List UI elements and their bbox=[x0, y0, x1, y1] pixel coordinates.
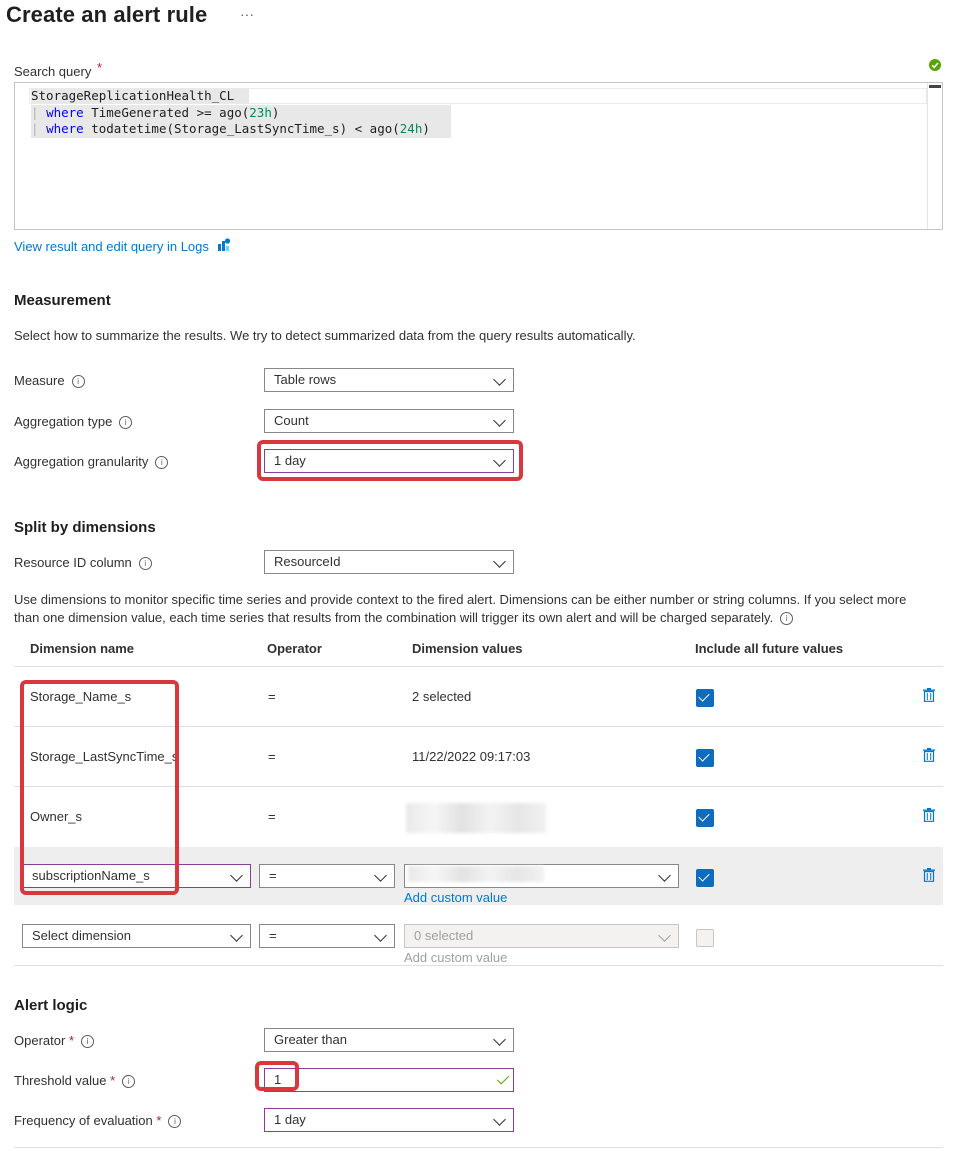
info-icon[interactable]: i bbox=[780, 612, 794, 625]
highlight-box-granularity bbox=[257, 440, 523, 481]
include-future-checkbox[interactable] bbox=[696, 689, 714, 707]
more-options-button[interactable]: ··· bbox=[240, 6, 254, 22]
query-editor[interactable]: StorageReplicationHealth_CL | where TimeG… bbox=[14, 82, 943, 230]
delete-icon[interactable] bbox=[923, 868, 935, 882]
col-header-dimension-name: Dimension name bbox=[30, 641, 135, 656]
highlight-box-threshold bbox=[255, 1061, 299, 1091]
include-future-checkbox[interactable] bbox=[696, 749, 714, 767]
highlight-box-dimensions bbox=[20, 680, 179, 895]
code-line-3: | where todatetime(Storage_LastSyncTime_… bbox=[31, 121, 430, 136]
split-description: Use dimensions to monitor specific time … bbox=[14, 592, 907, 625]
frequency-dropdown[interactable]: 1 day bbox=[264, 1108, 514, 1132]
redacted-values bbox=[406, 803, 546, 833]
divider bbox=[14, 666, 943, 667]
col-header-include-future: Include all future values bbox=[695, 641, 844, 656]
divider bbox=[14, 965, 943, 966]
measurement-description: Select how to summarize the results. We … bbox=[14, 328, 636, 343]
info-icon[interactable]: i bbox=[155, 456, 169, 469]
chevron-down-icon bbox=[230, 869, 243, 882]
aggregation-type-label: Aggregation type i bbox=[14, 414, 133, 429]
redacted-values bbox=[408, 866, 544, 882]
operator-dropdown[interactable]: = bbox=[259, 864, 395, 888]
info-icon[interactable]: i bbox=[81, 1035, 94, 1048]
resource-id-dropdown[interactable]: ResourceId bbox=[264, 550, 514, 574]
dimension-operator: = bbox=[268, 809, 276, 824]
include-future-checkbox[interactable] bbox=[696, 869, 714, 887]
delete-icon[interactable] bbox=[923, 808, 935, 822]
divider bbox=[14, 1147, 943, 1148]
measure-dropdown[interactable]: Table rows bbox=[264, 368, 514, 392]
search-query-label: Search query * bbox=[14, 60, 102, 79]
editor-scroll-thumb[interactable] bbox=[929, 85, 941, 88]
valid-check-icon bbox=[496, 1072, 510, 1085]
info-icon[interactable]: i bbox=[138, 557, 152, 570]
query-code: StorageReplicationHealth_CL | where TimeG… bbox=[31, 88, 430, 138]
code-line-2: | where TimeGenerated >= ago(23h) bbox=[31, 104, 280, 120]
add-custom-value-link[interactable]: Add custom value bbox=[404, 890, 507, 905]
chevron-down-icon bbox=[230, 929, 243, 942]
aggregation-type-dropdown[interactable]: Count bbox=[264, 409, 514, 433]
operator-dropdown[interactable]: Greater than bbox=[264, 1028, 514, 1052]
chevron-down-icon bbox=[374, 869, 387, 882]
search-query-label-text: Search query bbox=[14, 64, 92, 79]
resource-id-label: Resource ID column i bbox=[14, 555, 152, 570]
dimension-values-dropdown: 0 selected bbox=[404, 924, 679, 948]
page-title: Create an alert rule bbox=[6, 2, 208, 27]
info-icon[interactable]: i bbox=[71, 375, 85, 388]
chevron-down-icon bbox=[493, 414, 506, 427]
measure-label: Measure i bbox=[14, 373, 85, 388]
delete-icon[interactable] bbox=[923, 688, 935, 702]
split-heading: Split by dimensions bbox=[14, 519, 156, 536]
info-icon[interactable]: i bbox=[168, 1115, 182, 1128]
alert-logic-heading: Alert logic bbox=[14, 997, 88, 1014]
view-in-logs-link[interactable]: View result and edit query in Logs bbox=[14, 238, 231, 254]
info-icon[interactable]: i bbox=[122, 1075, 136, 1088]
info-icon[interactable]: i bbox=[119, 416, 133, 429]
chevron-down-icon bbox=[493, 1113, 506, 1126]
chevron-down-icon bbox=[374, 929, 387, 942]
threshold-label: Threshold value * i bbox=[14, 1073, 136, 1088]
aggregation-granularity-label: Aggregation granularity i bbox=[14, 454, 169, 469]
chevron-down-icon bbox=[658, 869, 671, 882]
col-header-dimension-values: Dimension values bbox=[412, 641, 523, 656]
operator-label: Operator * i bbox=[14, 1033, 94, 1048]
dimension-operator: = bbox=[268, 749, 276, 764]
code-line-1: StorageReplicationHealth_CL bbox=[31, 88, 235, 103]
select-dimension-dropdown[interactable]: Select dimension bbox=[22, 924, 251, 948]
dimension-values[interactable]: 11/22/2022 09:17:03 bbox=[412, 749, 530, 764]
dimension-values[interactable]: 2 selected bbox=[412, 689, 471, 704]
include-future-checkbox[interactable] bbox=[696, 809, 714, 827]
frequency-label: Frequency of evaluation * i bbox=[14, 1113, 182, 1128]
include-future-checkbox[interactable] bbox=[696, 929, 714, 947]
delete-icon[interactable] bbox=[923, 748, 935, 762]
valid-check-icon bbox=[929, 59, 941, 71]
threshold-input[interactable]: 1 bbox=[264, 1068, 514, 1092]
dimension-operator: = bbox=[268, 689, 276, 704]
chevron-down-icon bbox=[658, 929, 671, 942]
add-custom-value-link-disabled: Add custom value bbox=[404, 950, 508, 965]
operator-dropdown[interactable]: = bbox=[259, 924, 395, 948]
editor-scrollbar[interactable] bbox=[927, 83, 942, 229]
chevron-down-icon bbox=[493, 373, 506, 386]
logs-icon bbox=[217, 238, 230, 251]
required-asterisk: * bbox=[96, 60, 103, 75]
chevron-down-icon bbox=[493, 555, 506, 568]
chevron-down-icon bbox=[493, 1033, 506, 1046]
measurement-heading: Measurement bbox=[14, 292, 111, 309]
col-header-operator: Operator bbox=[267, 641, 322, 656]
